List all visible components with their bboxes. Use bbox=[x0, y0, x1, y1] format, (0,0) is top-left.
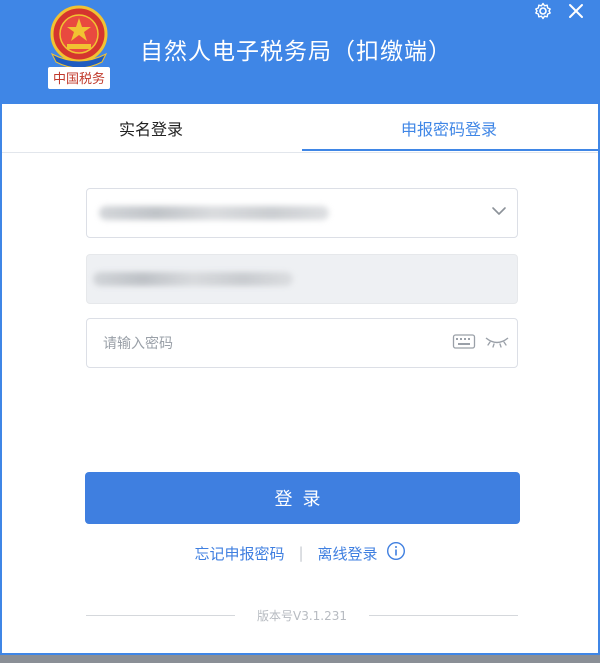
version-row: 版本号V3.1.231 bbox=[86, 605, 519, 625]
taxpayer-select[interactable] bbox=[86, 188, 518, 238]
version-label: 版本号V3.1.231 bbox=[257, 608, 348, 623]
link-separator: | bbox=[298, 544, 304, 562]
auxiliary-links: 忘记申报密码 | 离线登录 bbox=[2, 541, 598, 565]
password-field[interactable]: 请输入密码 bbox=[86, 318, 518, 368]
keyboard-icon bbox=[452, 332, 476, 354]
settings-button[interactable] bbox=[532, 2, 554, 24]
active-tab-indicator bbox=[302, 149, 598, 151]
chevron-down-icon bbox=[490, 202, 508, 224]
tax-emblem-logo: 中国税务 bbox=[40, 4, 118, 94]
eye-closed-icon bbox=[484, 333, 510, 353]
toggle-password-visibility[interactable] bbox=[483, 331, 511, 355]
tab-realname-login[interactable]: 实名登录 bbox=[2, 104, 300, 152]
login-button[interactable]: 登录 bbox=[85, 472, 520, 524]
divider bbox=[86, 614, 235, 616]
svg-text:中国税务: 中国税务 bbox=[53, 71, 105, 87]
close-button[interactable] bbox=[565, 2, 587, 24]
gear-icon bbox=[533, 1, 553, 25]
taxpayer-value-blurred bbox=[99, 206, 329, 220]
virtual-keyboard-button[interactable] bbox=[451, 331, 477, 355]
forgot-password-link[interactable]: 忘记申报密码 bbox=[194, 543, 284, 564]
info-button[interactable] bbox=[386, 541, 406, 565]
info-icon bbox=[386, 541, 406, 565]
close-icon bbox=[567, 2, 585, 24]
window-header: 中国税务 自然人电子税务局（扣缴端） bbox=[2, 0, 598, 104]
unit-field bbox=[86, 254, 518, 304]
tab-password-login[interactable]: 申报密码登录 bbox=[300, 104, 598, 152]
offline-login-link[interactable]: 离线登录 bbox=[318, 543, 378, 564]
password-placeholder: 请输入密码 bbox=[103, 336, 173, 352]
window-title: 自然人电子税务局（扣缴端） bbox=[140, 39, 452, 65]
dropdown-toggle[interactable] bbox=[487, 201, 511, 225]
login-window: 中国税务 自然人电子税务局（扣缴端） 实名登录 申报密码登录 请输入密码 登录 … bbox=[0, 0, 600, 655]
divider bbox=[369, 614, 519, 616]
unit-value-blurred bbox=[93, 272, 293, 286]
login-tabs: 实名登录 申报密码登录 bbox=[2, 104, 598, 153]
